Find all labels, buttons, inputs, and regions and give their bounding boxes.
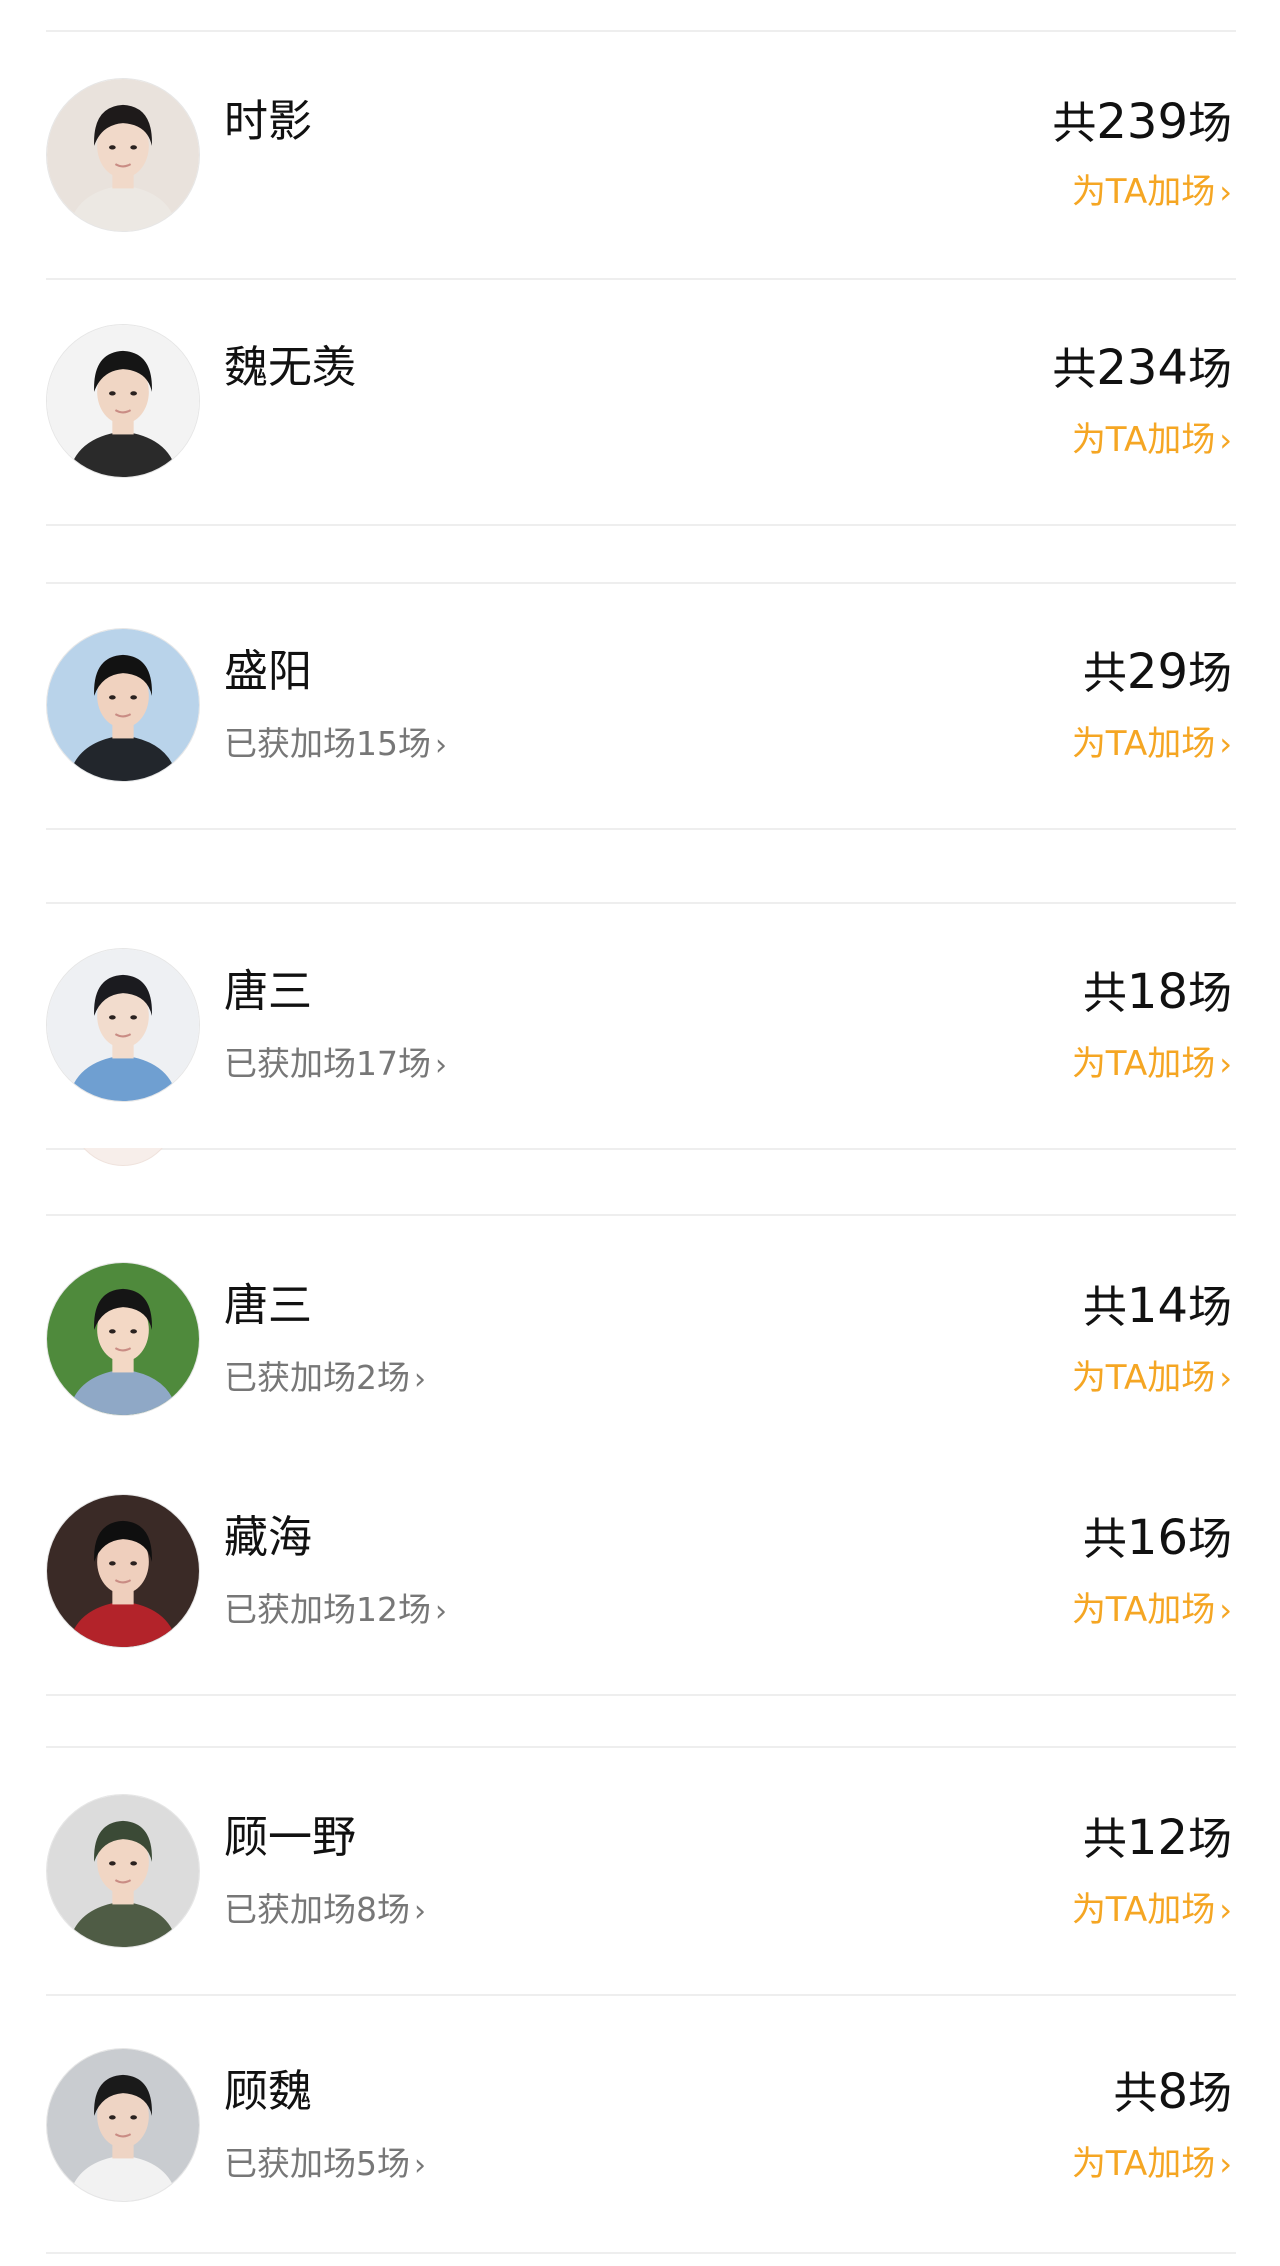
item-name: 魏无羡	[224, 342, 356, 393]
earned-boost-link[interactable]: 已获加场17场 ›	[224, 1042, 447, 1088]
divider	[46, 1694, 1236, 1696]
item-name: 盛阳	[224, 646, 312, 697]
item-name: 藏海	[224, 1512, 312, 1563]
boost-link[interactable]: 为TA加场 ›	[1072, 722, 1232, 766]
avatar[interactable]	[46, 948, 200, 1102]
avatar[interactable]	[46, 324, 200, 478]
divider	[46, 2252, 1236, 2254]
avatar-eye	[130, 145, 137, 150]
total-count: 共12场	[1082, 1810, 1232, 1866]
earned-boost-link[interactable]: 已获加场8场 ›	[224, 1888, 426, 1934]
avatar[interactable]	[46, 1494, 200, 1648]
avatar-eye	[109, 1561, 116, 1566]
boost-link[interactable]: 为TA加场 ›	[1072, 170, 1232, 214]
chevron-right-icon: ›	[1219, 2145, 1232, 2183]
avatar[interactable]	[46, 628, 200, 782]
avatar-portrait	[47, 1795, 199, 1947]
item-name: 顾魏	[224, 2066, 312, 2117]
chevron-right-icon: ›	[414, 2148, 426, 2183]
total-count: 共16场	[1082, 1510, 1232, 1566]
avatar-portrait	[47, 1495, 199, 1647]
divider	[46, 828, 1236, 830]
avatar-portrait	[47, 325, 199, 477]
earned-boost-link[interactable]: 已获加场5场 ›	[224, 2142, 426, 2188]
avatar-eye	[130, 391, 137, 396]
chevron-right-icon: ›	[435, 1048, 447, 1083]
total-count: 共29场	[1082, 644, 1232, 700]
divider	[46, 1746, 1236, 1748]
chevron-right-icon: ›	[435, 728, 447, 763]
divider	[46, 1994, 1236, 1996]
avatar-portrait	[47, 79, 199, 231]
chevron-right-icon: ›	[1219, 1359, 1232, 1397]
total-count: 共8场	[1113, 2064, 1232, 2120]
earned-boost-link[interactable]: 已获加场12场 ›	[224, 1588, 447, 1634]
divider	[46, 1148, 1236, 1150]
avatar-eye	[109, 1015, 116, 1020]
chevron-right-icon: ›	[414, 1362, 426, 1397]
avatar-eye	[109, 1329, 116, 1334]
chevron-right-icon: ›	[1219, 725, 1232, 763]
avatar[interactable]	[46, 1794, 200, 1948]
chevron-right-icon: ›	[435, 1594, 447, 1629]
chevron-right-icon: ›	[414, 1894, 426, 1929]
avatar[interactable]	[46, 2048, 200, 2202]
item-name: 唐三	[224, 1280, 312, 1331]
earned-boost-link[interactable]: 已获加场2场 ›	[224, 1356, 426, 1402]
avatar-eye	[130, 1329, 137, 1334]
avatar-eye	[109, 2115, 116, 2120]
avatar-eye	[130, 1861, 137, 1866]
avatar-portrait	[47, 1263, 199, 1415]
avatar-eye	[130, 2115, 137, 2120]
boost-link[interactable]: 为TA加场 ›	[1072, 2142, 1232, 2186]
chevron-right-icon: ›	[1219, 1045, 1232, 1083]
idol-ranking-list: 时影 共239场 为TA加场 › 魏无羡 共234场 为TA加场 › 盛阳 已获加场…	[0, 0, 1280, 2266]
avatar[interactable]	[46, 1262, 200, 1416]
item-name: 时影	[224, 96, 312, 147]
divider	[46, 902, 1236, 904]
earned-boost-link[interactable]: 已获加场15场 ›	[224, 722, 447, 768]
avatar-portrait	[47, 629, 199, 781]
partial-avatar	[70, 1148, 176, 1166]
avatar-eye	[130, 1561, 137, 1566]
item-name: 顾一野	[224, 1812, 356, 1863]
boost-link[interactable]: 为TA加场 ›	[1072, 1888, 1232, 1932]
chevron-right-icon: ›	[1219, 1891, 1232, 1929]
total-count: 共234场	[1052, 340, 1232, 396]
divider	[46, 582, 1236, 584]
avatar-eye	[109, 391, 116, 396]
divider	[46, 30, 1236, 32]
boost-link[interactable]: 为TA加场 ›	[1072, 1588, 1232, 1632]
boost-link[interactable]: 为TA加场 ›	[1072, 1356, 1232, 1400]
avatar-eye	[109, 145, 116, 150]
avatar-eye	[109, 695, 116, 700]
avatar-eye	[109, 1861, 116, 1866]
total-count: 共239场	[1052, 94, 1232, 150]
boost-link[interactable]: 为TA加场 ›	[1072, 1042, 1232, 1086]
avatar-eye	[130, 695, 137, 700]
boost-link[interactable]: 为TA加场 ›	[1072, 418, 1232, 462]
avatar-portrait	[47, 2049, 199, 2201]
chevron-right-icon: ›	[1219, 421, 1232, 459]
avatar[interactable]	[46, 78, 200, 232]
chevron-right-icon: ›	[1219, 173, 1232, 211]
total-count: 共14场	[1082, 1278, 1232, 1334]
avatar-portrait	[47, 949, 199, 1101]
item-name: 唐三	[224, 966, 312, 1017]
divider	[46, 1214, 1236, 1216]
divider	[46, 278, 1236, 280]
chevron-right-icon: ›	[1219, 1591, 1232, 1629]
avatar-eye	[130, 1015, 137, 1020]
divider	[46, 524, 1236, 526]
total-count: 共18场	[1082, 964, 1232, 1020]
